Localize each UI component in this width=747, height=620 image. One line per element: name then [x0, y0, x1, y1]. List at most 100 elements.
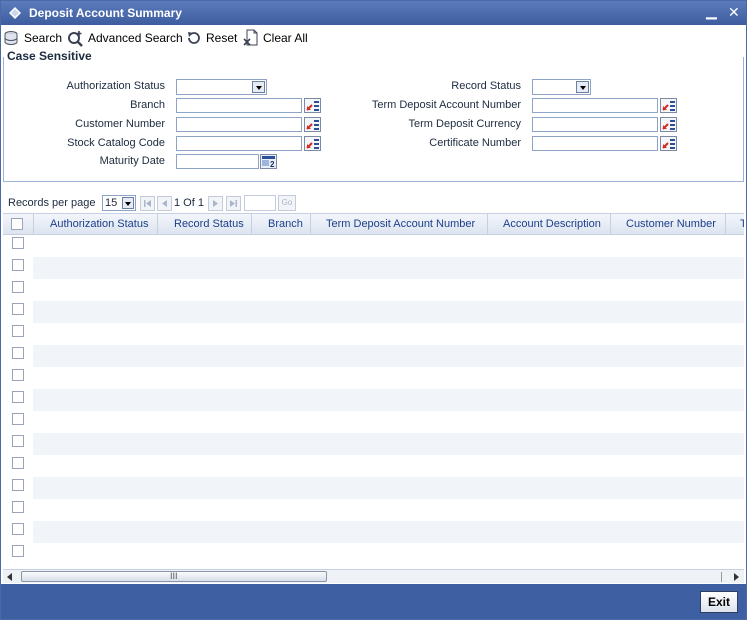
- row-checkbox[interactable]: [12, 259, 24, 271]
- row-checkbox[interactable]: [12, 325, 24, 337]
- calendar-icon[interactable]: 2: [260, 154, 277, 169]
- column-header-branch[interactable]: Branch: [268, 218, 303, 230]
- close-icon[interactable]: ✕: [728, 4, 740, 21]
- title-bar: Deposit Account Summary ▁ ✕: [1, 1, 746, 25]
- column-separator: [487, 214, 488, 234]
- grid-header: Authorization Status Record Status Branc…: [3, 213, 744, 235]
- table-row[interactable]: [33, 235, 744, 257]
- column-separator: [725, 214, 726, 234]
- column-header-truncated[interactable]: T: [740, 218, 744, 230]
- row-checkbox[interactable]: [12, 545, 24, 557]
- row-checkbox[interactable]: [12, 281, 24, 293]
- row-checkbox[interactable]: [12, 237, 24, 249]
- row-checkbox[interactable]: [12, 347, 24, 359]
- column-header-account-description[interactable]: Account Description: [503, 218, 601, 230]
- row-checkbox[interactable]: [12, 303, 24, 315]
- svg-text:2: 2: [270, 160, 275, 169]
- table-row[interactable]: [33, 389, 744, 411]
- row-checkbox[interactable]: [12, 391, 24, 403]
- stock-catalog-code-input[interactable]: [176, 136, 302, 151]
- table-row[interactable]: [33, 477, 744, 499]
- table-row[interactable]: [33, 367, 744, 389]
- customer-number-label: Customer Number: [75, 118, 165, 130]
- row-checkbox[interactable]: [12, 413, 24, 425]
- record-status-select[interactable]: [532, 79, 591, 95]
- record-status-label: Record Status: [451, 80, 521, 92]
- row-checkbox[interactable]: [12, 501, 24, 513]
- scroll-right-icon[interactable]: [732, 573, 740, 581]
- certificate-number-label: Certificate Number: [429, 137, 521, 149]
- branch-input[interactable]: [176, 98, 302, 113]
- customer-number-input[interactable]: [176, 117, 302, 132]
- customer-number-lov-icon[interactable]: [304, 117, 321, 132]
- term-deposit-currency-lov-icon[interactable]: [660, 117, 677, 132]
- table-row[interactable]: [33, 257, 744, 279]
- page-number-input[interactable]: [244, 195, 276, 211]
- chevron-down-icon: [252, 81, 265, 93]
- maturity-date-input[interactable]: [176, 154, 259, 169]
- row-checkbox[interactable]: [12, 435, 24, 447]
- advanced-search-label: Advanced Search: [88, 31, 183, 45]
- search-icon: [4, 31, 18, 45]
- table-row[interactable]: [33, 301, 744, 323]
- pagination-bar: Records per page 15 1 Of 1 Go: [1, 193, 746, 213]
- term-deposit-currency-input[interactable]: [532, 117, 658, 132]
- scrollbar-thumb[interactable]: III: [21, 571, 327, 582]
- table-row[interactable]: [33, 521, 744, 543]
- exit-button[interactable]: Exit: [700, 591, 738, 613]
- table-row[interactable]: [33, 411, 744, 433]
- advanced-search-button[interactable]: Advanced Search: [67, 29, 183, 47]
- records-per-page-select[interactable]: 15: [102, 195, 136, 211]
- clear-all-button[interactable]: Clear All: [243, 29, 308, 47]
- clear-all-icon: [243, 29, 258, 46]
- reset-label: Reset: [206, 31, 238, 45]
- search-label: Search: [24, 31, 63, 45]
- table-row[interactable]: [33, 499, 744, 521]
- term-deposit-account-number-lov-icon[interactable]: [660, 98, 677, 113]
- table-row[interactable]: [33, 433, 744, 455]
- table-row[interactable]: [33, 455, 744, 477]
- certificate-number-input[interactable]: [532, 136, 658, 151]
- column-separator: [310, 214, 311, 234]
- row-checkbox[interactable]: [12, 369, 24, 381]
- table-row[interactable]: [33, 543, 744, 565]
- last-page-icon[interactable]: [226, 196, 241, 211]
- go-button[interactable]: Go: [278, 195, 296, 211]
- row-checkbox[interactable]: [12, 457, 24, 469]
- horizontal-scrollbar[interactable]: III: [3, 569, 744, 583]
- column-header-customer-number[interactable]: Customer Number: [626, 218, 716, 230]
- first-page-icon[interactable]: [140, 196, 155, 211]
- branch-lov-icon[interactable]: [304, 98, 321, 113]
- row-checkbox[interactable]: [12, 523, 24, 535]
- reset-icon: [188, 32, 200, 44]
- select-all-checkbox[interactable]: [11, 218, 23, 230]
- table-row[interactable]: [33, 279, 744, 301]
- scroll-left-icon[interactable]: [6, 573, 14, 581]
- authorization-status-label: Authorization Status: [66, 80, 165, 92]
- minimize-icon[interactable]: ▁: [706, 3, 717, 20]
- row-checkbox[interactable]: [12, 479, 24, 491]
- reset-button[interactable]: Reset: [186, 29, 237, 47]
- maturity-date-label: Maturity Date: [99, 155, 165, 167]
- advanced-search-icon: [68, 30, 83, 47]
- column-header-authorization-status[interactable]: Authorization Status: [50, 218, 148, 230]
- table-row[interactable]: [33, 345, 744, 367]
- chevron-down-icon: [576, 81, 589, 93]
- term-deposit-currency-label: Term Deposit Currency: [408, 118, 521, 130]
- stock-catalog-code-lov-icon[interactable]: [304, 136, 321, 151]
- search-button[interactable]: Search: [4, 29, 62, 47]
- column-separator: [33, 214, 34, 234]
- table-row[interactable]: [33, 323, 744, 345]
- authorization-status-select[interactable]: [176, 79, 267, 95]
- footer-bar: Exit: [1, 584, 746, 619]
- scroll-divider: [721, 572, 722, 582]
- next-page-icon[interactable]: [208, 196, 223, 211]
- previous-page-icon[interactable]: [157, 196, 172, 211]
- column-separator: [610, 214, 611, 234]
- app-diamond-icon: [9, 7, 21, 19]
- column-header-record-status[interactable]: Record Status: [174, 218, 244, 230]
- term-deposit-account-number-input[interactable]: [532, 98, 658, 113]
- records-per-page-label: Records per page: [8, 197, 96, 209]
- column-header-term-deposit-account-number[interactable]: Term Deposit Account Number: [326, 218, 475, 230]
- certificate-number-lov-icon[interactable]: [660, 136, 677, 151]
